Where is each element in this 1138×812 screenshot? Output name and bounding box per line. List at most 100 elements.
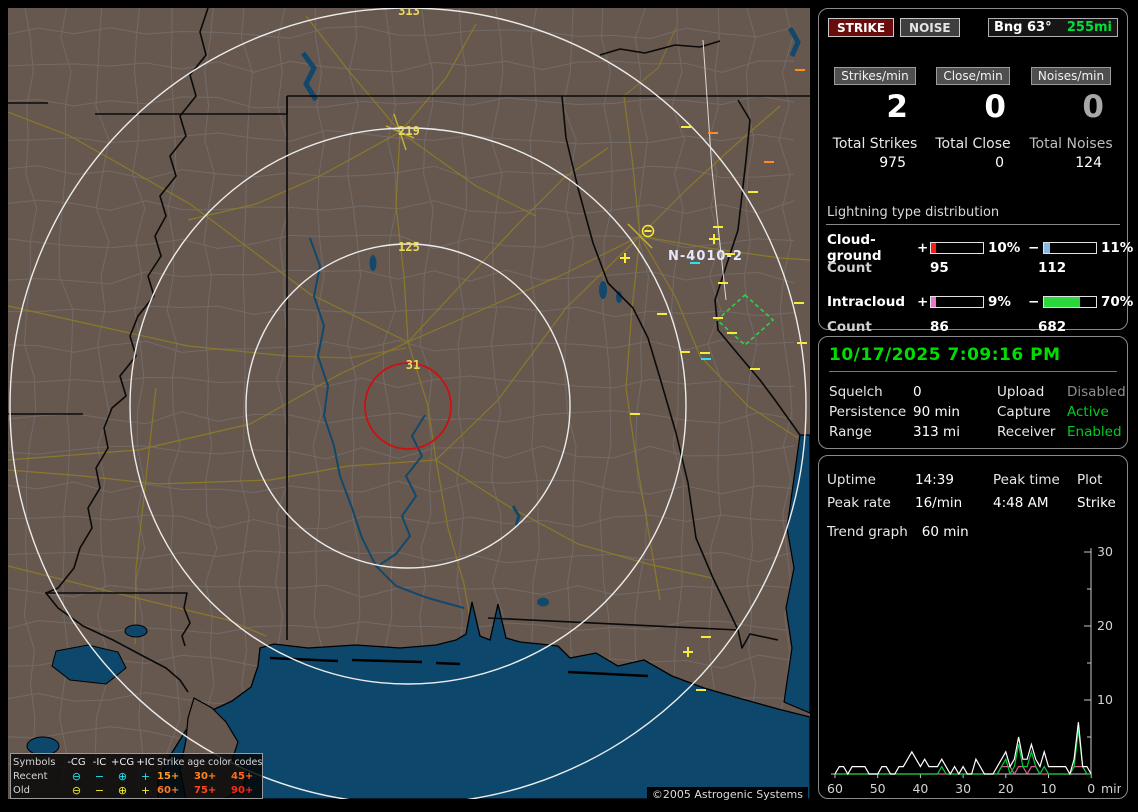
status-value: 0	[913, 384, 997, 400]
total-close-label: Total Close	[924, 136, 1022, 152]
ic-minus-count: 682	[1038, 319, 1119, 335]
status-label: Upload	[997, 384, 1067, 400]
peak-rate-label: Peak rate	[827, 495, 915, 511]
x-tick-label: 50	[870, 781, 886, 796]
strikes-per-min-value: 2	[826, 90, 924, 124]
lightning-map[interactable]: 313 219 125 31 N-4010-2	[8, 8, 810, 799]
stats-panel: STRIKE NOISE Bng 63° 255mi Strikes/min 2…	[818, 8, 1128, 330]
legend-column-header: -IC	[88, 757, 111, 768]
legend--IC-icon: −	[88, 771, 111, 782]
ic-plus-count: 86	[930, 319, 1038, 335]
total-close-value: 0	[924, 155, 1022, 171]
cg-plus-count: 95	[930, 260, 1038, 276]
legend-age-code: 30+	[194, 771, 231, 782]
uptime-value: 14:39	[915, 472, 993, 488]
noise-mode-button[interactable]: NOISE	[900, 18, 960, 37]
legend--CG-icon: ⊖	[65, 785, 88, 796]
cloud-ground-count-row: Count 95 112	[826, 257, 1120, 279]
noises-per-min-value: 0	[1022, 90, 1120, 124]
trend-chart: 1020306050403020100min	[827, 542, 1121, 800]
trend-graph-value: 60 min	[922, 524, 969, 540]
distance-value: 255mi	[1067, 20, 1112, 35]
noises-per-min-header: Noises/min	[1031, 67, 1111, 85]
legend-column-header: -CG	[65, 757, 88, 768]
total-strikes-label: Total Strikes	[826, 136, 924, 152]
bearing-value: Bng 63°	[994, 20, 1052, 35]
legend--CG-icon: ⊖	[65, 771, 88, 782]
trend-graph-label: Trend graph	[827, 524, 908, 540]
plus-sign: +	[917, 294, 930, 310]
app-window: 313 219 125 31 N-4010-2 Symbols-CG-IC+CG+IC…	[0, 0, 1138, 812]
y-tick-label: 10	[1097, 692, 1113, 707]
x-tick-label: 60	[827, 781, 843, 796]
ic-plus-bar	[930, 296, 984, 308]
uptime-label: Uptime	[827, 472, 915, 488]
peak-time-label: Peak time	[993, 472, 1077, 488]
status-label: Capture	[997, 404, 1067, 420]
legend-age-header: Strike age color codes	[157, 757, 260, 768]
status-panel: 10/17/2025 7:09:16 PM Squelch0UploadDisa…	[818, 336, 1128, 449]
ic-minus-percent: 70%	[1101, 294, 1133, 310]
peak-time-value: 4:48 AM	[993, 495, 1077, 511]
strikes-per-min-header: Strikes/min	[834, 67, 915, 85]
status-value: 90 min	[913, 404, 997, 420]
ring-label: 219	[398, 124, 420, 138]
distribution-title: Lightning type distribution	[826, 205, 1120, 225]
x-tick-label: 0	[1087, 781, 1095, 796]
session-panel: Uptime 14:39 Peak time Plot Peak rate 16…	[818, 455, 1128, 799]
cg-plus-bar	[930, 242, 984, 254]
cg-minus-percent: 11%	[1101, 240, 1133, 256]
ring-label: 125	[398, 240, 420, 254]
intracloud-row: Intracloud + 9% − 70%	[826, 291, 1120, 313]
ring-label: 313	[398, 8, 420, 18]
legend-age-code: 60+	[157, 785, 194, 796]
status-value: Disabled	[1067, 384, 1126, 400]
legend-age-code: 90+	[231, 785, 260, 796]
storm-cell-label: N-4010-2	[668, 249, 743, 264]
close-per-min-value: 0	[924, 90, 1022, 124]
minus-sign: −	[1028, 294, 1043, 310]
close-per-min-header: Close/min	[936, 67, 1009, 85]
legend-column-header: +IC	[134, 757, 157, 768]
noises-column: Noises/min 0 Total Noises 124	[1022, 67, 1120, 171]
x-tick-label: 30	[955, 781, 971, 796]
legend-+CG-icon: ⊕	[111, 785, 134, 796]
legend-symbols-header: Symbols	[13, 757, 65, 768]
total-strikes-value: 975	[826, 155, 924, 171]
x-tick-label: 20	[998, 781, 1014, 796]
legend-row-label: Old	[13, 785, 65, 796]
cg-plus-percent: 10%	[988, 240, 1028, 256]
plus-sign: +	[917, 240, 930, 256]
copyright: ©2005 Astrogenic Systems	[647, 787, 808, 802]
strike-mode-button[interactable]: STRIKE	[828, 18, 894, 37]
peak-rate-value: 16/min	[915, 495, 993, 511]
legend-column-header: +CG	[111, 757, 134, 768]
strikes-column: Strikes/min 2 Total Strikes 975	[826, 67, 924, 171]
legend-age-code: 75+	[194, 785, 231, 796]
ring-label: 31	[406, 358, 420, 372]
status-value: Enabled	[1067, 424, 1126, 440]
datetime-display: 10/17/2025 7:09:16 PM	[829, 345, 1117, 372]
close-column: Close/min 0 Total Close 0	[924, 67, 1022, 171]
total-noises-value: 124	[1022, 155, 1120, 171]
status-label: Persistence	[829, 404, 913, 420]
x-tick-label: 40	[912, 781, 928, 796]
legend--IC-icon: −	[88, 785, 111, 796]
count-label: Count	[827, 260, 930, 276]
legend-age-code: 15+	[157, 771, 194, 782]
legend-+IC-icon: +	[134, 771, 157, 782]
total-noises-label: Total Noises	[1022, 136, 1120, 152]
status-label: Squelch	[829, 384, 913, 400]
legend-age-code: 45+	[231, 771, 260, 782]
plot-label: Plot	[1077, 472, 1119, 488]
bearing-readout: Bng 63° 255mi	[988, 18, 1118, 37]
cg-minus-bar	[1043, 242, 1097, 254]
intracloud-count-row: Count 86 682	[826, 316, 1120, 338]
cg-minus-count: 112	[1038, 260, 1119, 276]
status-grid: Squelch0UploadDisabledPersistence90 minC…	[829, 382, 1117, 442]
status-value: 313 mi	[913, 424, 997, 440]
minus-sign: −	[1028, 240, 1043, 256]
legend-row-label: Recent	[13, 771, 65, 782]
map-panel[interactable]: 313 219 125 31 N-4010-2 Symbols-CG-IC+CG+IC…	[8, 8, 810, 799]
intracloud-label: Intracloud	[827, 294, 917, 310]
